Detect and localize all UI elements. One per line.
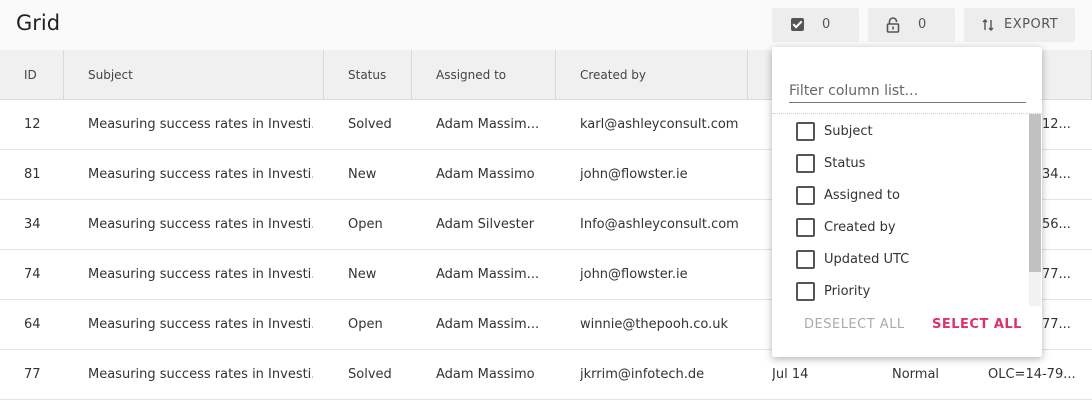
column-resize-handle[interactable]: [411, 50, 412, 100]
cell-created-by: john@flowster.ie: [580, 167, 688, 182]
locked-count: 0: [918, 17, 927, 32]
cell-subject: Measuring success rates in Investi...: [88, 117, 313, 132]
cell-assigned: Adam Massimo: [436, 167, 535, 182]
export-button[interactable]: EXPORT: [964, 8, 1075, 42]
cell-subject: Measuring success rates in Investi...: [88, 167, 313, 182]
cell-status: Solved: [348, 367, 392, 382]
column-filter-input[interactable]: [789, 79, 1026, 103]
checkbox[interactable]: [796, 217, 815, 237]
scrollbar-thumb[interactable]: [1029, 114, 1041, 272]
checkbox[interactable]: [796, 153, 815, 173]
cell-id: 77: [24, 367, 41, 382]
column-option-label: Updated UTC: [824, 251, 910, 267]
cell-extra: OLC=14-79...: [988, 367, 1076, 382]
cell-assigned: Adam Silvester: [436, 217, 535, 232]
cell-subject: Measuring success rates in Investi...: [88, 217, 313, 232]
lock-icon: [886, 17, 900, 33]
cell-subject: Measuring success rates in Investi...: [88, 367, 313, 382]
selected-count-button[interactable]: 0: [772, 8, 859, 42]
column-header-status[interactable]: Status: [348, 50, 386, 100]
cell-extra: 12...: [1042, 117, 1071, 132]
deselect-all-button[interactable]: DESELECT ALL: [804, 317, 905, 332]
cell-status: Solved: [348, 117, 392, 132]
cell-id: 74: [24, 267, 41, 282]
checkbox[interactable]: [796, 121, 815, 141]
locked-count-button[interactable]: 0: [868, 8, 955, 42]
cell-status: New: [348, 167, 377, 182]
column-resize-handle[interactable]: [63, 50, 64, 100]
cell-extra: 77...: [1042, 267, 1071, 282]
column-resize-handle[interactable]: [323, 50, 324, 100]
column-chooser-popup: Subject Status Assigned to Created by Up…: [772, 47, 1042, 357]
cell-created-by: Info@ashleyconsult.com: [580, 217, 739, 232]
cell-assigned: Adam Massim...: [436, 117, 540, 132]
export-label: EXPORT: [1004, 17, 1059, 32]
cell-extra: 77...: [1042, 317, 1071, 332]
cell-extra: 56...: [1042, 217, 1071, 232]
cell-subject: Measuring success rates in Investi...: [88, 317, 313, 332]
column-option-label: Created by: [824, 219, 896, 235]
cell-created-by: winnie@thepooh.co.uk: [580, 317, 728, 332]
column-option-label: Subject: [824, 123, 873, 139]
column-option-created-by[interactable]: Created by: [796, 215, 896, 239]
select-all-button[interactable]: SELECT ALL: [932, 317, 1022, 332]
column-option-label: Status: [824, 155, 866, 171]
table-row[interactable]: 77 Measuring success rates in Investi...…: [0, 350, 1092, 400]
selected-count: 0: [822, 17, 831, 32]
cell-priority: Normal: [892, 367, 940, 382]
column-option-label: Priority: [824, 283, 871, 299]
cell-status: New: [348, 267, 377, 282]
column-header-subject[interactable]: Subject: [88, 50, 133, 100]
checkbox[interactable]: [796, 185, 815, 205]
column-option-updated-utc[interactable]: Updated UTC: [796, 247, 909, 271]
column-option-priority[interactable]: Priority: [796, 279, 870, 303]
cell-assigned: Adam Massim...: [436, 267, 540, 282]
cell-id: 34: [24, 217, 41, 232]
column-option-label: Assigned to: [824, 187, 900, 203]
cell-status: Open: [348, 317, 383, 332]
cell-id: 81: [24, 167, 41, 182]
column-list: Subject Status Assigned to Created by Up…: [772, 113, 1042, 307]
cell-created-by: karl@ashleyconsult.com: [580, 117, 739, 132]
cell-assigned: Adam Massim...: [436, 317, 540, 332]
page-title: Grid: [16, 11, 61, 35]
cell-subject: Measuring success rates in Investi...: [88, 267, 313, 282]
checkbox[interactable]: [796, 249, 815, 269]
checkbox-icon: [791, 18, 804, 31]
column-header-created-by[interactable]: Created by: [580, 50, 646, 100]
cell-assigned: Adam Massimo: [436, 367, 535, 382]
cell-id: 12: [24, 117, 41, 132]
column-resize-handle[interactable]: [555, 50, 556, 100]
cell-id: 64: [24, 317, 41, 332]
cell-status: Open: [348, 217, 383, 232]
toolbar: Grid 0 0 EXPORT: [0, 0, 1092, 50]
column-header-id[interactable]: ID: [24, 50, 37, 100]
column-resize-handle[interactable]: [747, 50, 748, 100]
column-option-assigned-to[interactable]: Assigned to: [796, 183, 900, 207]
column-option-subject[interactable]: Subject: [796, 119, 873, 143]
column-option-status[interactable]: Status: [796, 151, 865, 175]
cell-extra: 34...: [1042, 167, 1071, 182]
sort-arrows-icon: [982, 19, 994, 31]
cell-created-by: jkrrim@infotech.de: [580, 367, 705, 382]
column-header-assigned-to[interactable]: Assigned to: [436, 50, 506, 100]
checkbox[interactable]: [796, 281, 815, 301]
cell-created-by: john@flowster.ie: [580, 267, 688, 282]
cell-updated: Jul 14: [772, 367, 809, 382]
